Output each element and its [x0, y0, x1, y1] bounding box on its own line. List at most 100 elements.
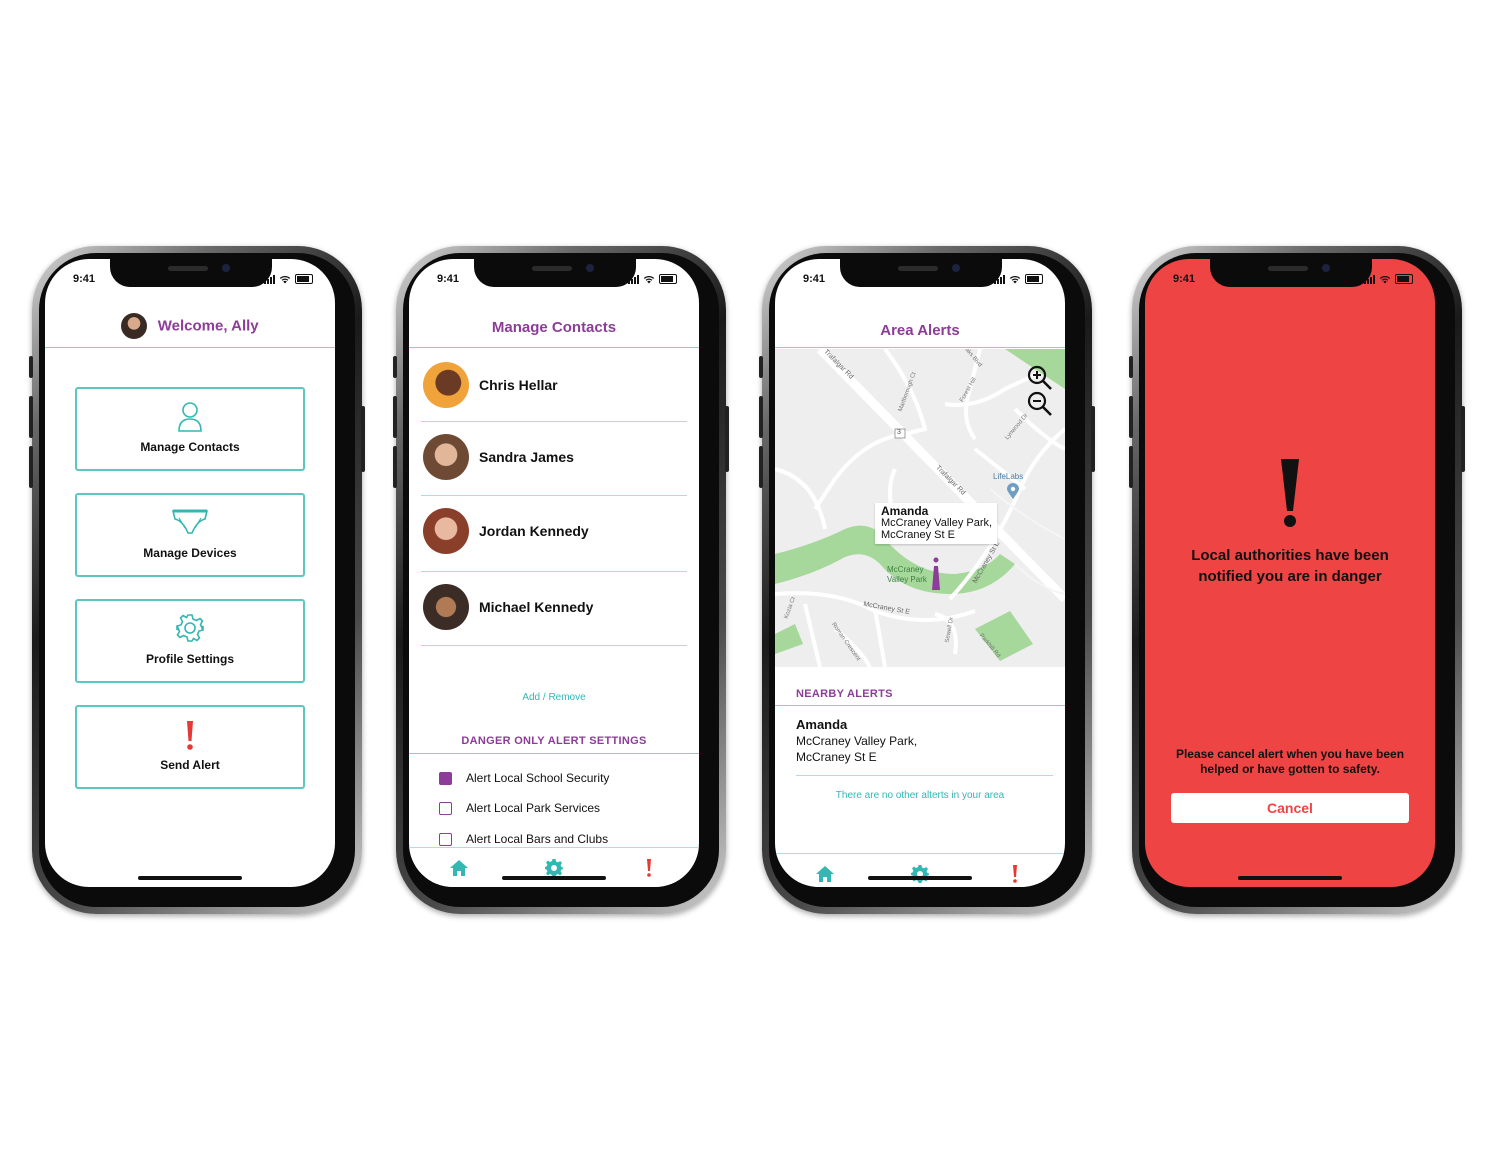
welcome-screen: 9:41 Welcome, Ally Manage Contacts Manag… — [45, 259, 335, 887]
park-label: Valley Park — [887, 575, 927, 584]
section-header: NEARBY ALERTS — [796, 688, 893, 700]
contact-row[interactable]: Sandra James — [421, 421, 687, 496]
gear-icon — [176, 614, 204, 642]
tab-bar — [409, 847, 699, 887]
phone-area-alerts: 9:41 Area Alerts 3 Trafalgar Rd Trafalga… — [759, 246, 1095, 914]
popup-name: Amanda — [881, 504, 929, 518]
battery-icon — [1025, 274, 1043, 284]
alert-marker-icon[interactable] — [931, 557, 941, 591]
contact-row[interactable]: Chris Hellar — [421, 349, 687, 422]
setting-park-services[interactable]: Alert Local Park Services — [439, 801, 601, 816]
cancel-label: Cancel — [1267, 800, 1313, 816]
menu-label: Manage Contacts — [140, 440, 240, 454]
home-indicator[interactable] — [138, 876, 242, 880]
signal-icon — [264, 275, 275, 284]
contact-name: Sandra James — [479, 449, 574, 465]
map[interactable]: 3 Trafalgar Rd Trafalgar Rd McCraney St … — [775, 349, 1065, 667]
poi-label: LifeLabs — [993, 472, 1024, 481]
home-icon — [450, 860, 468, 876]
status-icons — [264, 274, 313, 284]
checkbox[interactable] — [439, 802, 452, 816]
location-pin-icon — [1007, 483, 1019, 499]
manage-contacts-button[interactable]: Manage Contacts — [75, 387, 305, 471]
status-icons — [628, 274, 677, 284]
no-other-alerts-text: There are no other alterts in your area — [835, 790, 1005, 801]
home-indicator[interactable] — [1238, 876, 1342, 880]
status-icons — [1364, 274, 1413, 284]
status-icons — [994, 274, 1043, 284]
contact-avatar — [423, 584, 469, 630]
wifi-icon — [279, 275, 291, 284]
battery-icon — [659, 274, 677, 284]
avatar[interactable] — [121, 313, 148, 339]
alert-message: Local authorities have been notified you… — [1191, 547, 1389, 585]
setting-label: Alert Local Bars and Clubs — [466, 832, 609, 846]
tab-home[interactable] — [447, 856, 471, 880]
setting-bars-clubs[interactable]: Alert Local Bars and Clubs — [439, 832, 609, 847]
home-indicator[interactable] — [868, 876, 972, 880]
nearby-alert-item[interactable]: Amanda McCraney Valley Park, McCraney St… — [796, 717, 1053, 776]
setting-label: Alert Local Park Services — [466, 801, 601, 815]
contacts-screen: 9:41 Manage Contacts Chris Hellar Sandra… — [409, 259, 699, 887]
cancel-button[interactable]: Cancel — [1171, 793, 1409, 823]
add-remove-link[interactable]: Add / Remove — [409, 692, 699, 703]
phone-contacts: 9:41 Manage Contacts Chris Hellar Sandra… — [393, 246, 729, 914]
header: Welcome, Ally — [45, 313, 335, 343]
menu-label: Profile Settings — [145, 652, 234, 666]
home-indicator[interactable] — [502, 876, 606, 880]
status-time: 9:41 — [803, 273, 826, 285]
page-title: Welcome, Ally — [157, 317, 259, 335]
checkbox[interactable] — [439, 772, 452, 786]
contact-avatar — [423, 508, 469, 554]
popup-address: McCraney St E — [881, 529, 955, 541]
manage-devices-button[interactable]: Manage Devices — [75, 493, 305, 577]
page-title: Area Alerts — [880, 322, 960, 339]
tab-alert[interactable] — [1003, 862, 1027, 886]
contact-name: Michael Kennedy — [479, 599, 594, 615]
section-header: DANGER ONLY ALERT SETTINGS — [461, 735, 647, 747]
phone-welcome: 9:41 Welcome, Ally Manage Contacts Manag… — [29, 246, 365, 914]
underwear-icon — [171, 509, 209, 534]
tab-alert[interactable] — [637, 856, 661, 880]
tab-settings[interactable] — [908, 862, 932, 886]
wifi-icon — [1379, 275, 1391, 284]
send-alert-button[interactable]: Send Alert — [75, 705, 305, 789]
status-time: 9:41 — [73, 273, 96, 285]
home-icon — [816, 866, 834, 882]
tab-home[interactable] — [813, 862, 837, 886]
contact-name: Jordan Kennedy — [479, 523, 589, 539]
zoom-in-icon[interactable] — [1027, 365, 1053, 391]
contact-name: Chris Hellar — [479, 377, 558, 393]
alert-sent-screen: 9:41 Local authorities have been notifie… — [1145, 259, 1435, 887]
phone-alert-sent: 9:41 Local authorities have been notifie… — [1129, 246, 1465, 914]
map-popup[interactable]: Amanda McCraney Valley Park, McCraney St… — [875, 503, 998, 544]
exclamation-icon — [1281, 459, 1299, 527]
alert-name: Amanda — [796, 717, 848, 732]
cancel-note: Please cancel alert when you have been h… — [1175, 747, 1405, 776]
alert-address: McCraney St E — [796, 750, 877, 764]
alert-address: McCraney Valley Park, — [796, 734, 918, 748]
park-label: McCraney — [887, 565, 924, 574]
signal-icon — [1364, 275, 1375, 284]
route-marker: 3 — [897, 429, 901, 436]
contact-avatar — [423, 434, 469, 480]
signal-icon — [994, 275, 1005, 284]
popup-address: McCraney Valley Park, — [881, 517, 993, 529]
status-time: 9:41 — [437, 273, 460, 285]
exclamation-icon — [187, 721, 193, 750]
contact-row[interactable]: Michael Kennedy — [421, 571, 687, 646]
profile-settings-button[interactable]: Profile Settings — [75, 599, 305, 683]
checkbox[interactable] — [439, 833, 452, 847]
battery-icon — [295, 274, 313, 284]
tab-bar — [775, 853, 1065, 887]
setting-label: Alert Local School Security — [466, 771, 610, 785]
wifi-icon — [643, 275, 655, 284]
setting-school-security[interactable]: Alert Local School Security — [439, 771, 610, 786]
battery-icon — [1395, 274, 1413, 284]
signal-icon — [628, 275, 639, 284]
zoom-out-icon[interactable] — [1027, 391, 1053, 417]
menu-label: Manage Devices — [143, 546, 237, 560]
contact-row[interactable]: Jordan Kennedy — [421, 495, 687, 572]
wifi-icon — [1009, 275, 1021, 284]
gear-icon — [911, 865, 929, 883]
